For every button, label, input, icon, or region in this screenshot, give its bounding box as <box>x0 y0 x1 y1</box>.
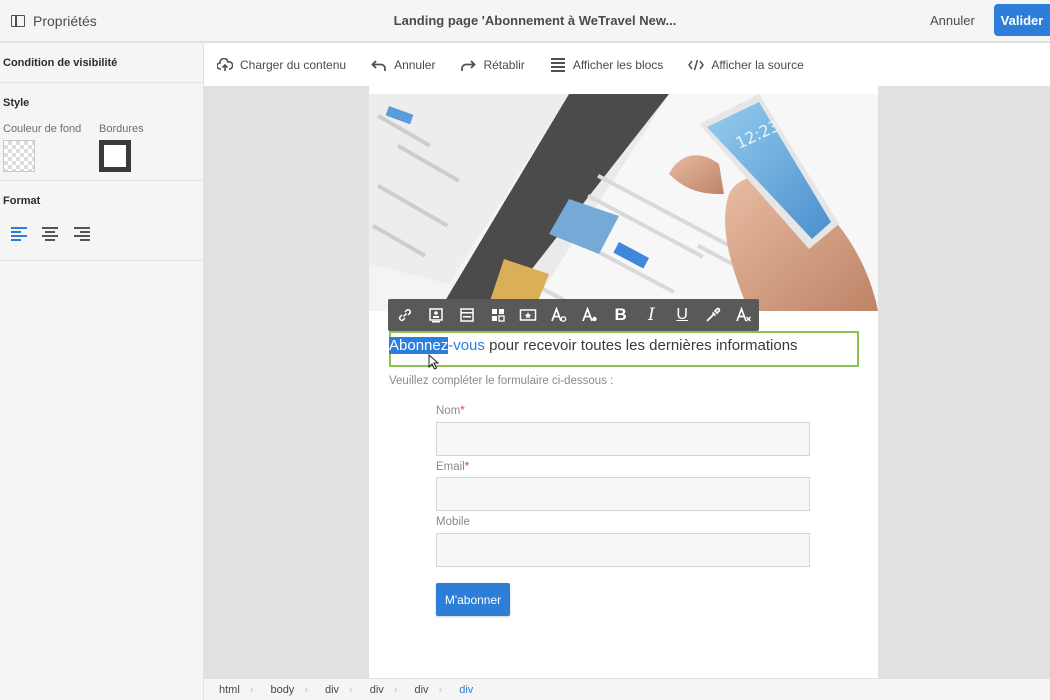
breadcrumb-item[interactable]: div › <box>370 684 415 696</box>
breadcrumb-item[interactable]: body › <box>270 684 325 696</box>
font-color-icon[interactable] <box>575 299 606 331</box>
headline-link-text[interactable]: -vous <box>448 337 485 354</box>
mouse-cursor-icon <box>428 354 440 370</box>
headline-text[interactable]: Abonnez-vous pour recevoir toutes les de… <box>389 337 798 354</box>
link-icon[interactable] <box>390 299 421 331</box>
undo-label: Annuler <box>394 57 436 72</box>
eyedropper-icon[interactable] <box>698 299 729 331</box>
editor-canvas: 12:23 Abonnez-vous pour recevoir toutes … <box>204 86 1050 678</box>
email-label: Email* <box>436 461 470 473</box>
format-section: Format <box>0 181 203 261</box>
visibility-title: Condition de visibilité <box>3 57 118 69</box>
editor-toolbar: Charger du contenu Annuler Rétablir Affi… <box>204 43 1050 86</box>
code-icon <box>688 57 705 73</box>
hero-image[interactable]: 12:23 <box>369 94 878 311</box>
bg-color-swatch[interactable] <box>3 140 35 172</box>
form-instructions: Veuillez compléter le formulaire ci-dess… <box>389 375 614 387</box>
breadcrumb-item-active[interactable]: div <box>459 684 473 696</box>
load-content-label: Charger du contenu <box>240 57 347 72</box>
page-title: Landing page 'Abonnement à WeTravel New.… <box>393 13 677 28</box>
undo-button[interactable]: Annuler <box>371 57 435 73</box>
properties-sidebar: Condition de visibilité Style Couleur de… <box>0 43 204 700</box>
insert-image-icon[interactable] <box>421 299 452 331</box>
show-blocks-button[interactable]: Afficher les blocs <box>550 57 664 73</box>
show-source-label: Afficher la source <box>711 57 804 72</box>
insert-grid-icon[interactable] <box>482 299 513 331</box>
bg-color-label: Couleur de fond <box>3 123 82 135</box>
italic-icon[interactable]: I <box>636 299 667 331</box>
align-right-icon[interactable] <box>74 227 90 241</box>
redo-icon <box>460 57 477 73</box>
insert-block-icon[interactable] <box>452 299 483 331</box>
panel-icon <box>11 14 25 27</box>
mobile-input[interactable] <box>436 533 810 567</box>
cloud-upload-icon <box>217 57 233 73</box>
visibility-section[interactable]: Condition de visibilité <box>0 43 203 83</box>
headline-rest-text: pour recevoir toutes les dernières infor… <box>484 337 798 354</box>
align-left-icon[interactable] <box>11 227 27 241</box>
load-content-button[interactable]: Charger du contenu <box>217 57 346 73</box>
undo-icon <box>371 57 387 73</box>
style-title: Style <box>3 97 30 109</box>
top-bar: Propriétés Landing page 'Abonnement à We… <box>0 0 1050 42</box>
underline-icon[interactable]: U <box>667 299 698 331</box>
redo-button[interactable]: Rétablir <box>460 57 525 73</box>
mobile-label: Mobile <box>436 516 470 528</box>
align-center-icon[interactable] <box>42 227 58 241</box>
clear-format-icon[interactable] <box>728 299 759 331</box>
rich-text-toolbar: B I U <box>388 299 759 331</box>
bold-icon[interactable]: B <box>605 299 636 331</box>
dom-breadcrumb: html › body › div › div › div › div <box>204 678 1050 700</box>
cancel-button[interactable]: Annuler <box>930 13 975 28</box>
nom-label: Nom* <box>436 405 465 417</box>
breadcrumb-item[interactable]: html › <box>219 684 270 696</box>
properties-toggle[interactable]: Propriétés <box>0 13 97 29</box>
properties-label: Propriétés <box>33 12 97 29</box>
show-blocks-label: Afficher les blocs <box>572 57 664 72</box>
borders-label: Bordures <box>99 123 144 135</box>
blocks-icon <box>550 57 566 73</box>
style-section: Style Couleur de fond Bordures <box>0 83 203 181</box>
show-source-button[interactable]: Afficher la source <box>688 57 804 73</box>
breadcrumb-item[interactable]: div › <box>414 684 459 696</box>
breadcrumb-item[interactable]: div › <box>325 684 370 696</box>
validate-button[interactable]: Valider <box>994 4 1050 36</box>
borders-swatch[interactable] <box>99 140 131 172</box>
font-size-icon[interactable] <box>544 299 575 331</box>
email-input[interactable] <box>436 477 810 511</box>
nom-input[interactable] <box>436 422 810 456</box>
redo-label: Rétablir <box>483 57 525 72</box>
format-title: Format <box>3 195 41 207</box>
headline-selected-text[interactable]: Abonnez <box>389 337 449 354</box>
subscribe-button[interactable]: M'abonner <box>436 583 510 616</box>
landing-page-preview: 12:23 Abonnez-vous pour recevoir toutes … <box>369 86 878 678</box>
insert-widget-icon[interactable] <box>513 299 544 331</box>
